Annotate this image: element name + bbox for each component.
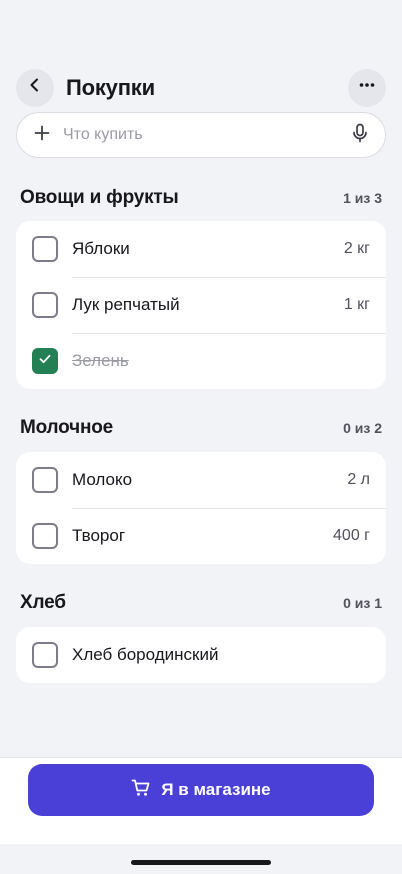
checkbox[interactable] (32, 523, 58, 549)
item-name: Творог (72, 526, 126, 545)
checkbox[interactable] (32, 236, 58, 262)
more-button[interactable] (348, 68, 386, 107)
in-store-button[interactable]: Я в магазине (28, 764, 374, 816)
list-item[interactable]: Творог 400 г (16, 508, 386, 564)
list-item[interactable]: Яблоки 2 кг (16, 221, 386, 277)
section-title: Овощи и фрукты (20, 187, 179, 208)
add-item-input[interactable] (63, 126, 351, 144)
home-indicator (131, 860, 271, 865)
list-item[interactable]: Лук репчатый 1 кг (16, 277, 386, 333)
section-title: Хлеб (20, 592, 66, 613)
item-name: Зелень (72, 351, 129, 370)
list-item[interactable]: Хлеб бородинский (16, 627, 386, 683)
in-store-button-label: Я в магазине (161, 780, 271, 799)
item-name: Лук репчатый (72, 295, 180, 314)
add-item-field[interactable] (16, 112, 386, 158)
plus-icon[interactable] (33, 124, 51, 147)
list-item[interactable]: Молоко 2 л (16, 452, 386, 508)
section-card-dairy: Молоко 2 л Творог 400 г (16, 452, 386, 564)
checkbox[interactable] (32, 642, 58, 668)
page-title: Покупки (66, 74, 155, 100)
more-horizontal-icon (358, 76, 376, 99)
item-quantity: 2 кг (343, 240, 370, 257)
section-card-bread: Хлеб бородинский (16, 627, 386, 683)
section-header-bread: Хлеб 0 из 1 (20, 591, 382, 615)
checkbox[interactable] (32, 467, 58, 493)
back-button[interactable] (16, 68, 54, 107)
item-name: Хлеб бородинский (72, 645, 219, 664)
checkmark-icon (38, 352, 52, 371)
section-title: Молочное (20, 417, 113, 438)
item-quantity: 1 кг (343, 296, 370, 313)
checkbox[interactable] (32, 292, 58, 318)
item-name: Яблоки (72, 239, 130, 258)
item-quantity: 2 л (347, 471, 370, 488)
item-name: Молоко (72, 470, 133, 489)
shopping-cart-icon (131, 778, 151, 803)
list-item[interactable]: Зелень (16, 333, 386, 389)
section-header-vegetables: Овощи и фрукты 1 из 3 (20, 186, 382, 210)
checkbox-checked[interactable] (32, 348, 58, 374)
item-quantity: 400 г (333, 527, 370, 544)
section-count: 1 из 3 (343, 190, 382, 206)
section-card-vegetables: Яблоки 2 кг Лук репчатый 1 кг Зелень (16, 221, 386, 389)
chevron-left-icon (26, 76, 44, 99)
section-count: 0 из 2 (343, 420, 382, 436)
microphone-icon[interactable] (351, 123, 369, 148)
header: Покупки (16, 68, 386, 107)
section-count: 0 из 1 (343, 595, 382, 611)
section-header-dairy: Молочное 0 из 2 (20, 416, 382, 440)
